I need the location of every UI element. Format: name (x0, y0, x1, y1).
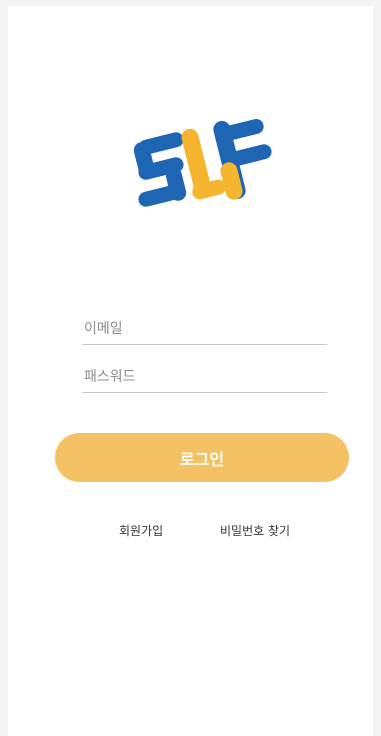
slf-logo (126, 112, 276, 222)
slf-logo-mark (133, 118, 272, 207)
logo-s-bottom (138, 184, 184, 207)
password-input[interactable] (82, 362, 327, 392)
email-input[interactable] (82, 314, 327, 344)
signup-link[interactable]: 회원가입 (119, 522, 163, 539)
login-screen: 로그인 회원가입 비밀번호 찾기 (8, 6, 373, 736)
login-button[interactable]: 로그인 (55, 433, 349, 482)
email-field-container (82, 314, 327, 345)
logo-f-top (224, 118, 264, 141)
find-password-link[interactable]: 비밀번호 찾기 (220, 522, 290, 539)
password-field-container (82, 362, 327, 393)
